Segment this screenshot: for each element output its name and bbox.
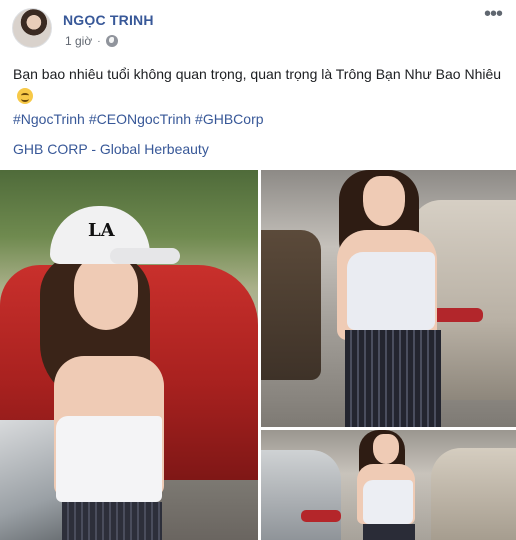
facebook-post: NGỌC TRINH 1 giờ · ••• Bạn bao nhiêu tuổ…: [0, 0, 516, 540]
meta-separator: ·: [97, 35, 101, 47]
car-taillight: [301, 510, 341, 522]
globe-icon[interactable]: [105, 35, 118, 47]
photo-main[interactable]: LA: [0, 170, 258, 540]
dark-car-background: [261, 230, 321, 380]
face: [74, 256, 138, 330]
smiling-face-emoji-icon: [17, 88, 33, 104]
avatar[interactable]: [12, 8, 52, 48]
brand-link[interactable]: GHB CORP - Global Herbeauty: [13, 141, 209, 157]
cap-logo: LA: [88, 220, 115, 241]
plaid-pants: [62, 502, 162, 540]
plaid-pants: [363, 524, 415, 540]
white-top: [56, 416, 162, 502]
plaid-pants: [345, 330, 441, 427]
hashtag-list: #NgocTrinh #CEONgocTrinh #GHBCorp: [13, 111, 264, 127]
woman-figure: [353, 430, 425, 540]
face: [363, 176, 405, 226]
white-top: [347, 252, 435, 330]
post-message: Bạn bao nhiêu tuổi không quan trọng, qua…: [13, 66, 502, 82]
post-meta: 1 giờ ·: [65, 34, 118, 48]
woman-figure: LA: [40, 206, 190, 540]
post-time[interactable]: 1 giờ: [65, 34, 92, 48]
hashtag-ceongoctrinh[interactable]: #CEONgocTrinh: [89, 111, 191, 127]
beige-car-background: [431, 448, 516, 540]
more-icon[interactable]: •••: [484, 4, 503, 24]
hashtag-ngoctrinh[interactable]: #NgocTrinh: [13, 111, 85, 127]
photo-bottom-right[interactable]: [261, 430, 516, 540]
woman-figure: [329, 170, 459, 427]
post-text: Bạn bao nhiêu tuổi không quan trọng, qua…: [13, 63, 503, 107]
author-name[interactable]: NGỌC TRINH: [63, 12, 154, 28]
photo-top-right[interactable]: [261, 170, 516, 427]
hashtag-ghbcorp[interactable]: #GHBCorp: [195, 111, 263, 127]
silver-car-background: [261, 450, 341, 540]
cap-brim: [110, 248, 180, 264]
white-top: [363, 480, 413, 524]
face: [373, 434, 399, 464]
